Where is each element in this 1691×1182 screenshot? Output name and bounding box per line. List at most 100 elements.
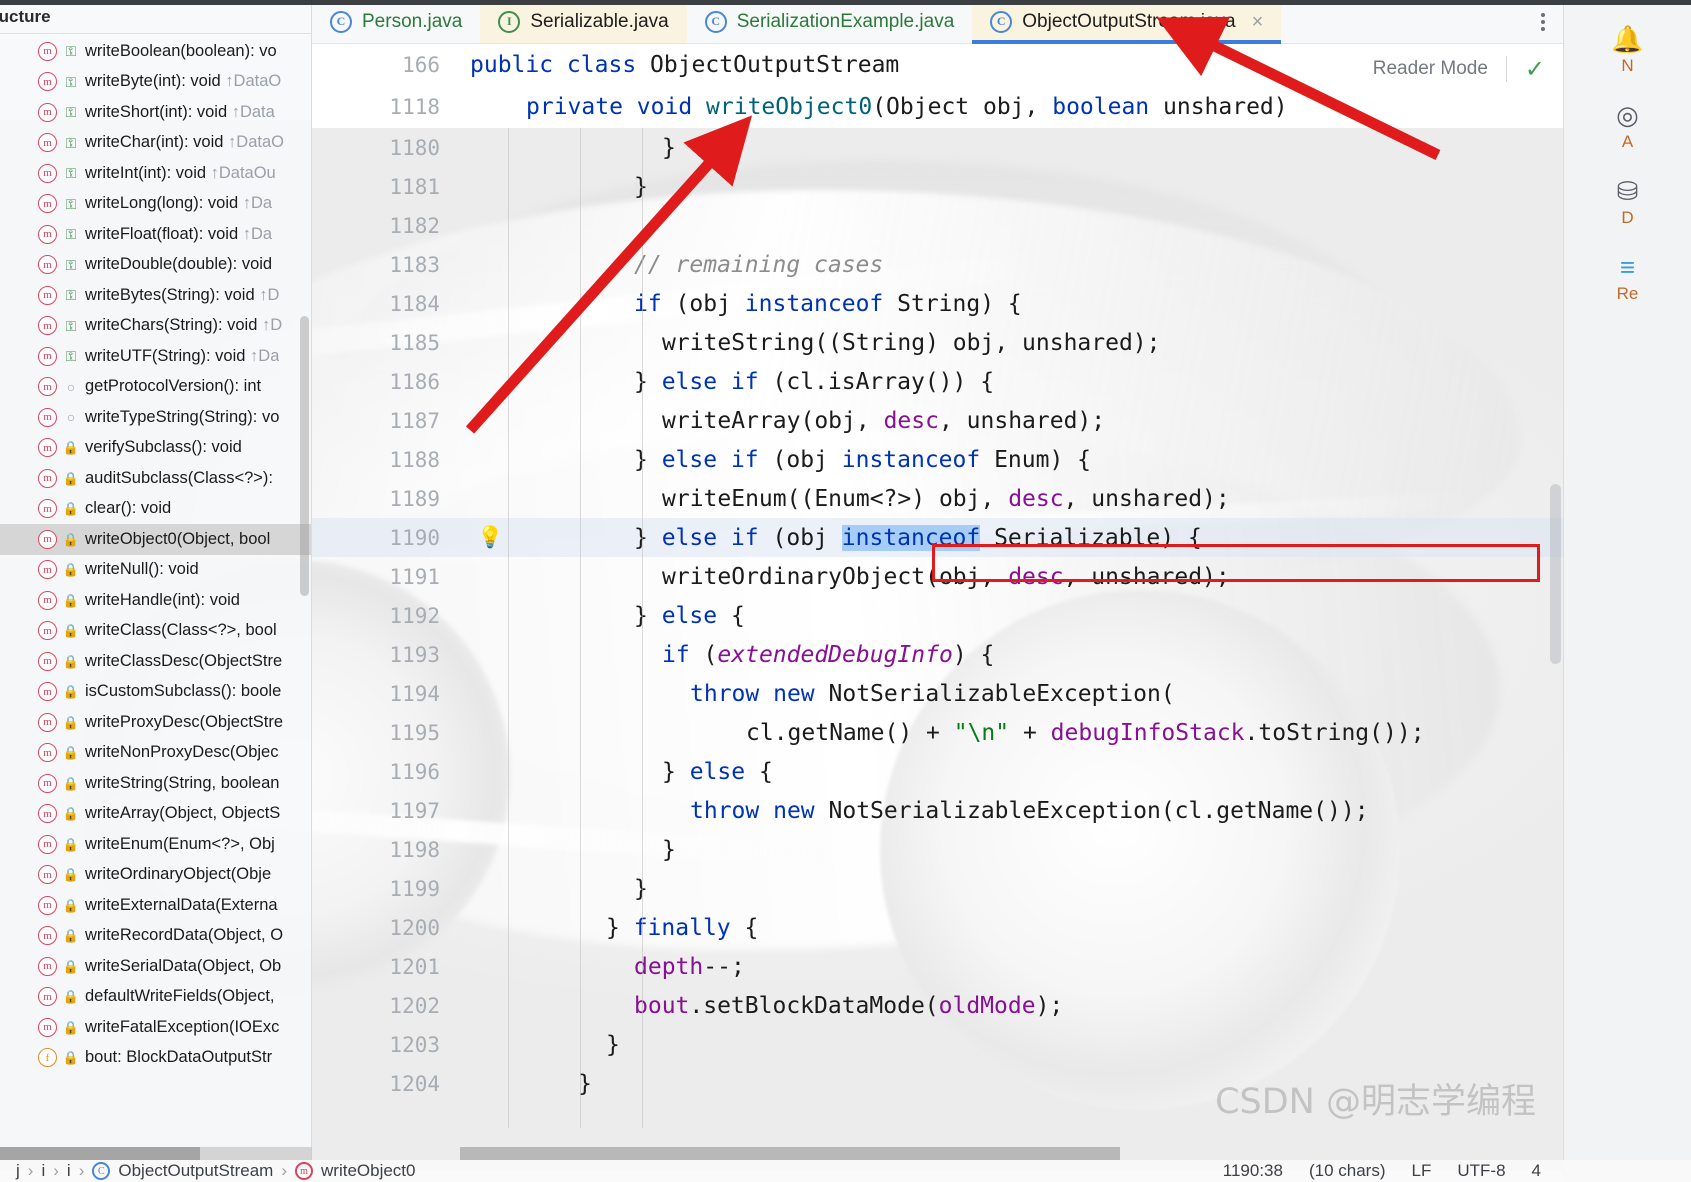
structure-member-row[interactable]: m 🔒 writeFatalException(IOExc (0, 1012, 311, 1043)
code-line[interactable]: 1188} else if (obj instanceof Enum) { (312, 440, 1563, 479)
structure-member-label: writeNull(): void (85, 560, 199, 579)
target-icon: ◎ (1616, 100, 1639, 130)
structure-member-row[interactable]: m 🔒 writeClass(Class<?>, bool (0, 616, 311, 647)
tool-button-database[interactable]: ⛁ D (1564, 178, 1691, 228)
structure-member-row[interactable]: m ⚿ writeFloat(float): void ↑Da (0, 219, 311, 250)
structure-member-row[interactable]: m 🔒 writeNull(): void (0, 555, 311, 586)
code-line[interactable]: 1194 throw new NotSerializableException( (312, 674, 1563, 713)
editor-horizontal-scrollbar[interactable] (460, 1147, 1560, 1160)
structure-member-row[interactable]: m ⚿ writeChars(String): void ↑D (0, 311, 311, 342)
structure-member-row[interactable]: m 🔒 writeExternalData(Externa (0, 890, 311, 921)
editor-tab-object-output-stream[interactable]: C ObjectOutputStream.java × (972, 0, 1282, 44)
method-icon: m (38, 773, 57, 793)
breadcrumb-item[interactable]: j (16, 1161, 20, 1181)
structure-member-list[interactable]: m ⚿ writeBoolean(boolean): vo m ⚿ writeByte(i… (0, 34, 311, 1073)
breadcrumb-method[interactable]: writeObject0 (321, 1161, 415, 1181)
structure-member-label: writeChar(int): void ↑DataO (85, 133, 284, 152)
code-line[interactable]: 1200} finally { (312, 908, 1563, 947)
editor-vertical-scrollbar[interactable] (1550, 484, 1561, 664)
line-separator[interactable]: LF (1412, 1161, 1432, 1181)
code-line[interactable]: 1190 💡} else if (obj instanceof Serializa… (312, 518, 1563, 557)
structure-member-row[interactable]: m ⚿ writeShort(int): void ↑Data (0, 97, 311, 128)
structure-member-row[interactable]: f 🔒 bout: BlockDataOutputStr (0, 1043, 311, 1074)
structure-member-row[interactable]: m ⚿ writeUTF(String): void ↑Da (0, 341, 311, 372)
structure-member-row[interactable]: m 🔒 isCustomSubclass(): boole (0, 677, 311, 708)
code-line[interactable]: 1199} (312, 869, 1563, 908)
structure-member-row[interactable]: m 🔒 verifySubclass(): void (0, 433, 311, 464)
structure-member-row[interactable]: m 🔒 writeHandle(int): void (0, 585, 311, 616)
editor-tab-serialization-example[interactable]: C SerializationExample.java (687, 0, 973, 43)
tool-button-notifications[interactable]: 🔔 N (1564, 26, 1691, 76)
breadcrumb-class[interactable]: ObjectOutputStream (118, 1161, 273, 1181)
breadcrumb-item[interactable]: i (41, 1161, 45, 1181)
line-number: 1190 (389, 525, 440, 550)
structure-member-label: writeByte(int): void ↑DataO (85, 72, 282, 91)
structure-member-row[interactable]: m ⚿ writeByte(int): void ↑DataO (0, 67, 311, 98)
public-visibility-icon: ⚿ (65, 104, 77, 121)
structure-member-row[interactable]: m 🔒 writeObject0(Object, bool (0, 524, 311, 555)
code-line[interactable]: 1197 throw new NotSerializableException(c… (312, 791, 1563, 830)
breadcrumb-item[interactable]: i (67, 1161, 71, 1181)
structure-member-row[interactable]: m ⚿ writeBoolean(boolean): vo (0, 36, 311, 67)
structure-member-row[interactable]: m 🔒 writeProxyDesc(ObjectStre (0, 707, 311, 738)
code-line[interactable]: 1181} (312, 167, 1563, 206)
structure-member-label: writeFatalException(IOExc (85, 1017, 280, 1036)
structure-member-row[interactable]: m 🔒 writeArray(Object, ObjectS (0, 799, 311, 830)
structure-horizontal-scrollbar[interactable] (0, 1147, 312, 1160)
code-line[interactable]: 1180} (312, 128, 1563, 167)
structure-member-row[interactable]: m ⚿ writeDouble(double): void (0, 250, 311, 281)
reader-mode-indicator[interactable]: Reader Mode ✓ (1373, 44, 1563, 94)
tool-button-repository[interactable]: ≡ Re (1564, 254, 1691, 304)
structure-member-row[interactable]: m ⚿ writeChar(int): void ↑DataO (0, 128, 311, 159)
code-line[interactable]: 1192} else { (312, 596, 1563, 635)
editor-tabs-options-button[interactable] (1523, 0, 1563, 43)
structure-member-row[interactable]: m 🔒 writeClassDesc(ObjectStre (0, 646, 311, 677)
structure-member-row[interactable]: m 🔒 writeSerialData(Object, Ob (0, 951, 311, 982)
indent-size[interactable]: 4 (1532, 1161, 1541, 1181)
structure-member-row[interactable]: m ⚿ writeBytes(String): void ↑D (0, 280, 311, 311)
tool-button-ai-assistant[interactable]: ◎ A (1564, 102, 1691, 152)
code-line[interactable]: 1185 writeString((String) obj, unshared); (312, 323, 1563, 362)
code-line[interactable]: 1191 writeOrdinaryObject(obj, desc, unsha… (312, 557, 1563, 596)
code-line[interactable]: 1201 depth--; (312, 947, 1563, 986)
caret-position[interactable]: 1190:38 (1223, 1161, 1283, 1181)
code-lines-container[interactable]: 1180} 1181} 1182 1183// remaining cases 1184… (312, 128, 1563, 1160)
code-line[interactable]: 1182 (312, 206, 1563, 245)
code-line[interactable]: 1189 writeEnum((Enum<?>) obj, desc, unsha… (312, 479, 1563, 518)
structure-member-row[interactable]: m 🔒 writeRecordData(Object, O (0, 921, 311, 952)
code-line[interactable]: 1193 if (extendedDebugInfo) { (312, 635, 1563, 674)
structure-member-row[interactable]: m ○ writeTypeString(String): vo (0, 402, 311, 433)
private-visibility-icon: 🔒 (62, 836, 80, 852)
intention-bulb-icon[interactable]: 💡 (477, 526, 503, 550)
public-visibility-icon: ⚿ (65, 165, 77, 182)
structure-member-row[interactable]: m 🔒 auditSubclass(Class<?>): (0, 463, 311, 494)
method-icon: m (38, 194, 57, 214)
interface-icon: I (498, 10, 521, 33)
code-line[interactable]: 1186} else if (cl.isArray()) { (312, 362, 1563, 401)
code-line[interactable]: 1202 bout.setBlockDataMode(oldMode); (312, 986, 1563, 1025)
structure-member-row[interactable]: m ⚿ writeInt(int): void ↑DataOu (0, 158, 311, 189)
code-line[interactable]: 1203} (312, 1025, 1563, 1064)
code-line[interactable]: 1183 // remaining cases (312, 245, 1563, 284)
structure-member-row[interactable]: m 🔒 clear(): void (0, 494, 311, 525)
code-line[interactable]: 1187 writeArray(obj, desc, unshared); (312, 401, 1563, 440)
structure-member-row[interactable]: m ○ getProtocolVersion(): int (0, 372, 311, 403)
structure-member-row[interactable]: m 🔒 writeNonProxyDesc(Objec (0, 738, 311, 769)
structure-member-row[interactable]: m 🔒 writeEnum(Enum<?>, Obj (0, 829, 311, 860)
structure-member-row[interactable]: m 🔒 writeString(String, boolean (0, 768, 311, 799)
editor-tab-person[interactable]: C Person.java (312, 0, 480, 43)
code-line[interactable]: 1196} else { (312, 752, 1563, 791)
structure-member-row[interactable]: m 🔒 defaultWriteFields(Object, (0, 982, 311, 1013)
code-line[interactable]: 1184 if (obj instanceof String) { (312, 284, 1563, 323)
close-icon[interactable]: × (1252, 12, 1264, 32)
editor-tab-serializable[interactable]: I Serializable.java (480, 0, 687, 43)
file-encoding[interactable]: UTF-8 (1457, 1161, 1505, 1181)
code-line[interactable]: 1195 cl.getName() + "\n" + debugInfoStack… (312, 713, 1563, 752)
status-bar: 1190:38 (10 chars) LF UTF-8 4 (1223, 1160, 1541, 1182)
structure-member-row[interactable]: m ⚿ writeLong(long): void ↑Da (0, 189, 311, 220)
code-line[interactable]: 1198} (312, 830, 1563, 869)
structure-member-label: writeDouble(double): void (85, 255, 273, 274)
check-icon[interactable]: ✓ (1525, 55, 1545, 84)
structure-vertical-scrollbar[interactable] (300, 316, 309, 596)
structure-member-row[interactable]: m 🔒 writeOrdinaryObject(Obje (0, 860, 311, 891)
